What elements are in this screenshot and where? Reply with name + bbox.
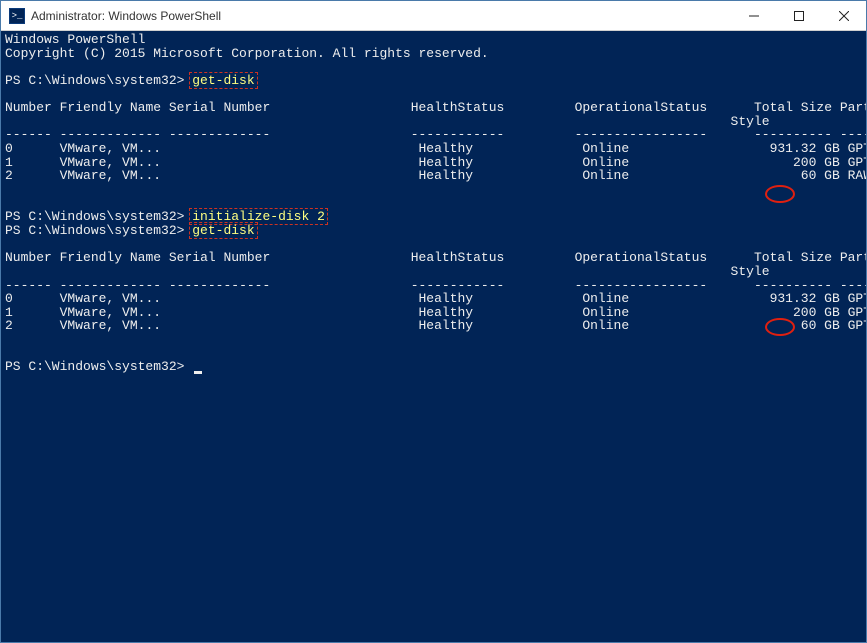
annotation-circle xyxy=(765,318,795,336)
column-header: Number xyxy=(5,250,52,265)
column-header: Serial Number xyxy=(169,100,270,115)
terminal-area[interactable]: Windows PowerShell Copyright (C) 2015 Mi… xyxy=(1,31,866,642)
banner-line: Copyright (C) 2015 Microsoft Corporation… xyxy=(5,46,489,61)
close-button[interactable] xyxy=(821,1,866,30)
column-header: OperationalStatus xyxy=(575,100,708,115)
table-row: 2 xyxy=(5,168,13,183)
command-input: get-disk xyxy=(189,72,257,89)
prompt: PS C:\Windows\system32> xyxy=(5,73,184,88)
column-header: Partition xyxy=(840,250,866,265)
minimize-button[interactable] xyxy=(731,1,776,30)
titlebar[interactable]: >_ Administrator: Windows PowerShell xyxy=(1,1,866,31)
column-header: HealthStatus xyxy=(411,100,505,115)
prompt: PS C:\Windows\system32> xyxy=(5,223,184,238)
column-header: Friendly Name xyxy=(60,250,161,265)
prompt: PS C:\Windows\system32> xyxy=(5,359,184,374)
column-header: OperationalStatus xyxy=(575,250,708,265)
window-title: Administrator: Windows PowerShell xyxy=(31,9,731,23)
table-row: 2 xyxy=(5,318,13,333)
column-header: HealthStatus xyxy=(411,250,505,265)
maximize-button[interactable] xyxy=(776,1,821,30)
annotation-circle xyxy=(765,185,795,203)
column-header: Serial Number xyxy=(169,250,270,265)
cursor xyxy=(194,371,202,374)
powershell-icon: >_ xyxy=(9,8,25,24)
column-header: Number xyxy=(5,100,52,115)
command-input: get-disk xyxy=(189,222,257,239)
column-header: Partition xyxy=(840,100,866,115)
powershell-window: >_ Administrator: Windows PowerShell Win… xyxy=(0,0,867,643)
column-header: Friendly Name xyxy=(60,100,161,115)
